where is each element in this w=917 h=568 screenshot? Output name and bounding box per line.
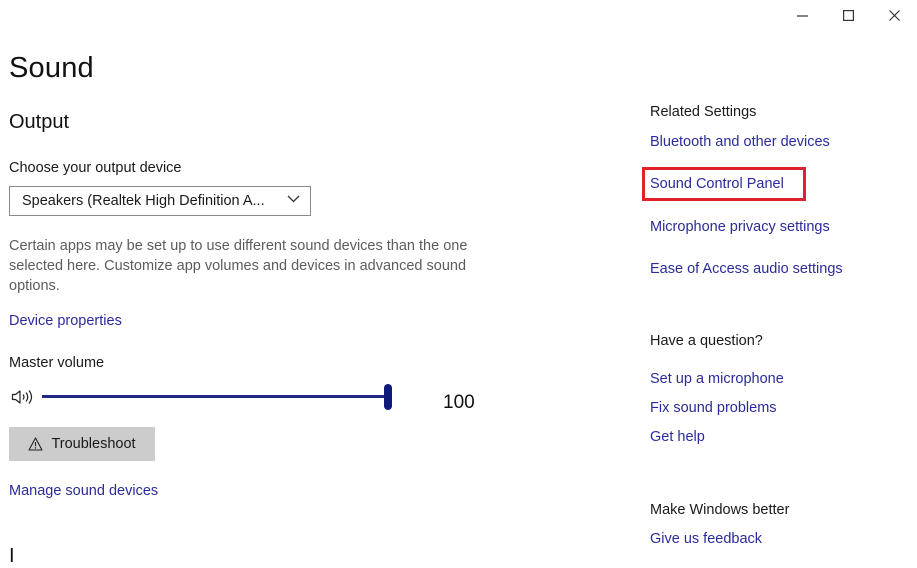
- sound-control-panel-link[interactable]: Sound Control Panel: [650, 176, 784, 192]
- troubleshoot-label: Troubleshoot: [51, 436, 136, 452]
- get-help-link[interactable]: Get help: [650, 429, 705, 445]
- choose-output-label: Choose your output device: [9, 160, 182, 176]
- maximize-button[interactable]: [825, 0, 871, 30]
- minimize-button[interactable]: [779, 0, 825, 30]
- page-title: Sound: [9, 52, 94, 84]
- device-properties-link[interactable]: Device properties: [9, 313, 122, 329]
- output-device-dropdown[interactable]: Speakers (Realtek High Definition A...: [9, 186, 311, 216]
- related-settings-heading: Related Settings: [650, 104, 757, 120]
- manage-sound-devices-link[interactable]: Manage sound devices: [9, 483, 158, 499]
- microphone-privacy-link[interactable]: Microphone privacy settings: [650, 219, 830, 235]
- minimize-icon: [796, 14, 808, 17]
- speaker-icon[interactable]: [11, 389, 37, 410]
- make-windows-better-heading: Make Windows better: [650, 502, 790, 518]
- output-section-title: Output: [9, 111, 70, 133]
- fix-sound-problems-link[interactable]: Fix sound problems: [650, 400, 777, 416]
- volume-value: 100: [443, 392, 475, 413]
- warning-icon: [28, 437, 43, 451]
- volume-slider-thumb[interactable]: [384, 384, 392, 410]
- master-volume-slider[interactable]: [42, 384, 392, 410]
- next-section-title-partial: I: [9, 545, 15, 567]
- ease-of-access-audio-link[interactable]: Ease of Access audio settings: [650, 261, 843, 277]
- output-description: Certain apps may be set up to use differ…: [9, 238, 468, 294]
- have-a-question-heading: Have a question?: [650, 333, 763, 349]
- volume-slider-track: [42, 395, 388, 398]
- maximize-icon: [842, 9, 854, 21]
- bluetooth-devices-link[interactable]: Bluetooth and other devices: [650, 134, 830, 150]
- window-controls: [779, 0, 917, 30]
- master-volume-label: Master volume: [9, 355, 105, 371]
- chevron-down-icon: [287, 195, 300, 203]
- close-icon: [888, 9, 900, 21]
- set-up-microphone-link[interactable]: Set up a microphone: [650, 371, 784, 387]
- troubleshoot-button[interactable]: Troubleshoot: [9, 427, 155, 461]
- give-feedback-link[interactable]: Give us feedback: [650, 531, 762, 547]
- close-button[interactable]: [871, 0, 917, 30]
- output-device-selected: Speakers (Realtek High Definition A...: [22, 193, 265, 209]
